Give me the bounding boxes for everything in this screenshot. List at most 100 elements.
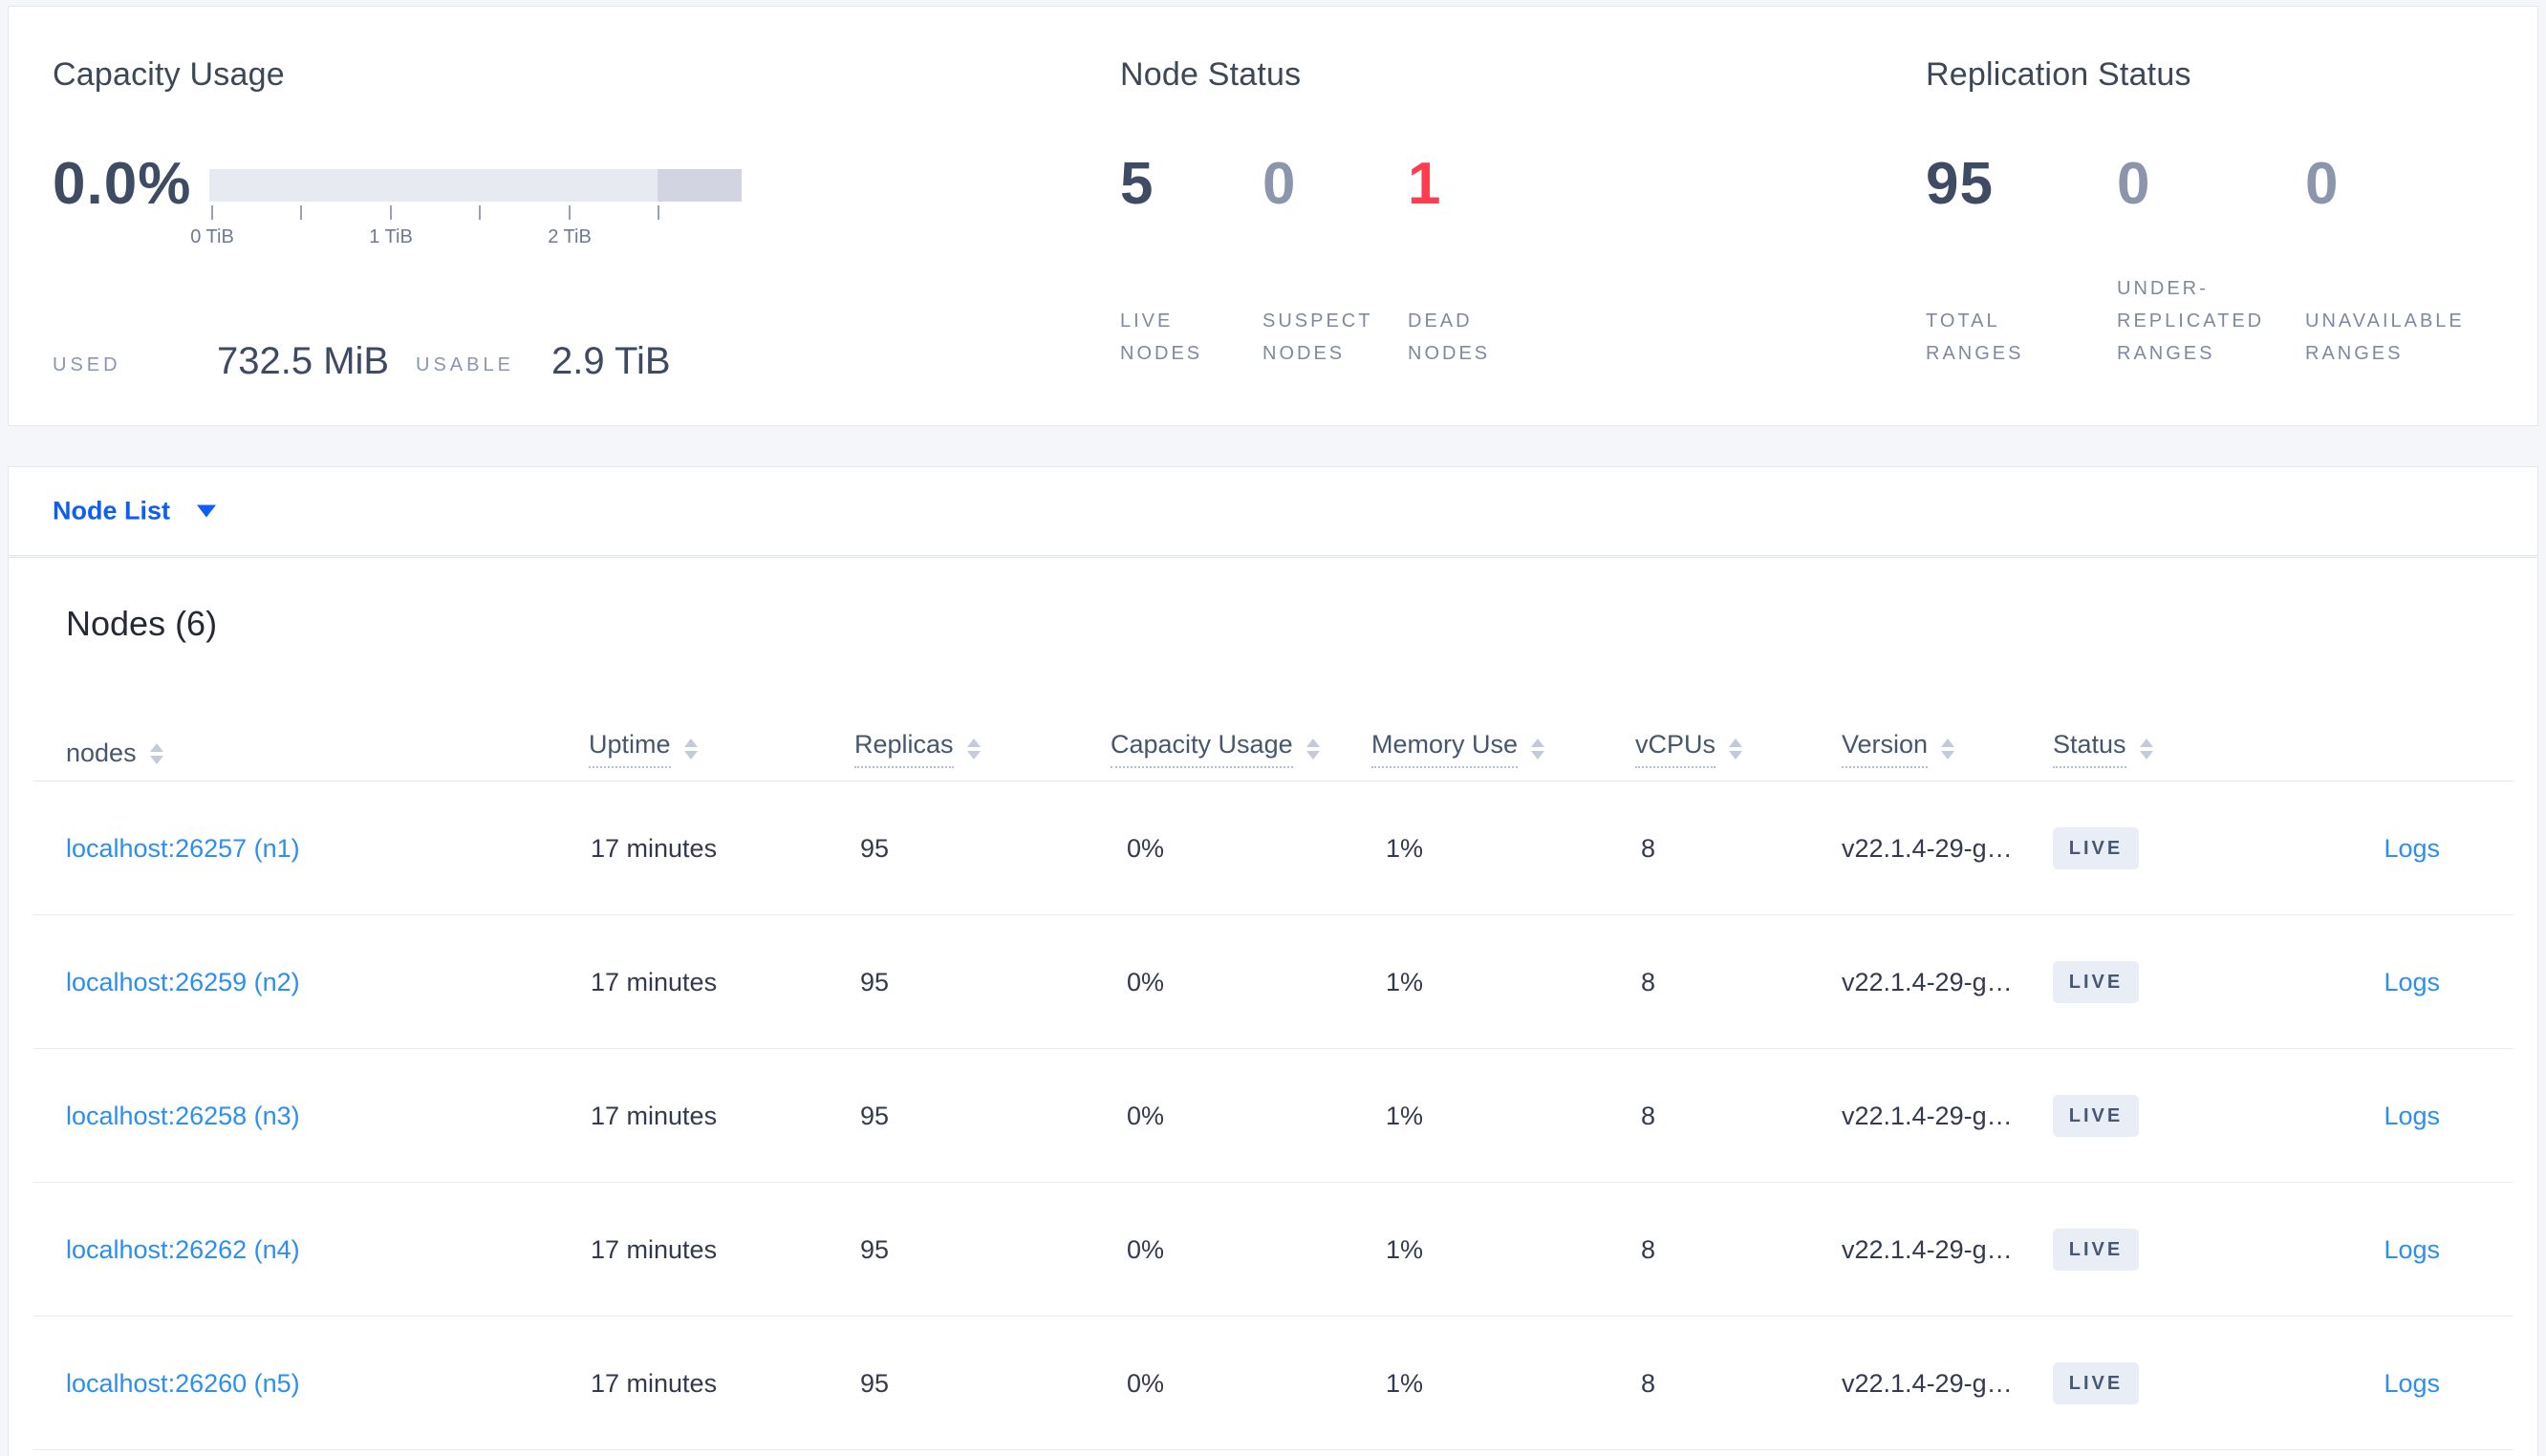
column-header-version[interactable]: Version: [1842, 730, 1955, 768]
sort-icon[interactable]: [683, 739, 698, 760]
unavailable-ranges-label: UNAVAILABLE RANGES: [2305, 310, 2465, 364]
live-nodes-label: LIVE NODES: [1120, 310, 1203, 364]
column-header-label: nodes: [66, 739, 137, 767]
logs-link[interactable]: Logs: [2384, 782, 2440, 915]
version-cell: v22.1.4-29-g…: [1842, 1368, 2013, 1398]
dead-nodes-label: DEAD NODES: [1408, 310, 1491, 364]
vcpus-cell: 8: [1641, 967, 1656, 996]
node-status-title: Node Status: [1120, 56, 1302, 93]
sort-icon[interactable]: [149, 742, 163, 764]
capacity-usage-cell: 0%: [1127, 1368, 1165, 1398]
column-header-nodes[interactable]: nodes: [66, 739, 163, 768]
capacity-usage-cell: 0%: [1127, 1101, 1165, 1130]
column-header-label: Version: [1842, 730, 1929, 768]
status-badge: LIVE: [2053, 1095, 2139, 1137]
node-list-panel: Nodes (6) nodes Uptime Replicas Capacity…: [8, 557, 2538, 1456]
status-badge: LIVE: [2053, 1362, 2139, 1404]
version-cell: v22.1.4-29-g…: [1842, 967, 2013, 996]
cluster-summary-panel: Capacity Usage 0.0% 0 TiB 1 TiB 2 TiB US…: [8, 6, 2538, 426]
usable-label: USABLE: [416, 354, 514, 375]
capacity-used-percent: 0.0%: [53, 151, 192, 217]
uptime-cell: 17 minutes: [591, 833, 718, 863]
table-header-row: nodes Uptime Replicas Capacity Usage Mem…: [9, 558, 2537, 782]
vcpus-cell: 8: [1641, 1101, 1656, 1130]
table-body: localhost:26257 (n1) 17 minutes 95 0% 1%…: [9, 782, 2537, 1450]
vcpus-cell: 8: [1641, 1368, 1656, 1398]
capacity-usage-title: Capacity Usage: [53, 56, 285, 93]
column-header-capacity-usage[interactable]: Capacity Usage: [1111, 730, 1320, 768]
logs-link[interactable]: Logs: [2384, 1049, 2440, 1183]
column-header-vcpus[interactable]: vCPUs: [1635, 730, 1743, 768]
capacity-usage-cell: 0%: [1127, 1234, 1165, 1264]
replicas-cell: 95: [860, 967, 890, 996]
total-ranges-stat: 95 TOTAL RANGES: [1926, 150, 2071, 370]
vcpus-cell: 8: [1641, 833, 1656, 863]
status-badge: LIVE: [2053, 1229, 2139, 1271]
capacity-usage-cell: 0%: [1127, 833, 1165, 863]
memory-use-cell: 1%: [1386, 1234, 1424, 1264]
view-selector-label: Node List: [53, 496, 171, 525]
capacity-bar-tail-segment: [658, 169, 742, 202]
capacity-usage-bar: 0 TiB 1 TiB 2 TiB: [190, 169, 742, 284]
version-cell: v22.1.4-29-g…: [1842, 1101, 2013, 1130]
unavailable-ranges-stat: 0 UNAVAILABLE RANGES: [2305, 150, 2508, 370]
axis-tick-label: 2 TiB: [548, 226, 592, 247]
axis-tick: [479, 205, 481, 220]
sort-icon[interactable]: [2139, 739, 2153, 760]
column-header-replicas[interactable]: Replicas: [854, 730, 981, 768]
sort-icon[interactable]: [1729, 739, 1743, 760]
memory-use-cell: 1%: [1386, 967, 1424, 996]
axis-tick: [569, 205, 571, 220]
column-header-label: Capacity Usage: [1111, 730, 1293, 768]
live-nodes-stat: 5 LIVE NODES: [1120, 150, 1235, 370]
under-replicated-ranges-stat: 0 UNDER-REPLICATED RANGES: [2117, 150, 2300, 370]
view-selector-bar: Node List: [8, 466, 2538, 556]
table-row: localhost:26259 (n2) 17 minutes 95 0% 1%…: [9, 915, 2537, 1049]
used-label: USED: [53, 354, 121, 375]
sort-icon[interactable]: [1305, 739, 1320, 760]
under-replicated-ranges-count: 0: [2117, 151, 2151, 217]
column-header-label: Memory Use: [1371, 730, 1519, 768]
capacity-usage-cell: 0%: [1127, 967, 1165, 996]
column-header-memory-use[interactable]: Memory Use: [1371, 730, 1545, 768]
dead-nodes-stat: 1 DEAD NODES: [1408, 150, 1524, 370]
sort-icon[interactable]: [1941, 739, 1955, 760]
node-address-link[interactable]: localhost:26259 (n2): [66, 915, 300, 1049]
node-address-link[interactable]: localhost:26262 (n4): [66, 1183, 300, 1317]
table-row: localhost:26258 (n3) 17 minutes 95 0% 1%…: [9, 1049, 2537, 1183]
live-nodes-count: 5: [1120, 151, 1154, 217]
version-cell: v22.1.4-29-g…: [1842, 1234, 2013, 1264]
table-row: localhost:26262 (n4) 17 minutes 95 0% 1%…: [9, 1183, 2537, 1317]
sort-icon[interactable]: [966, 739, 981, 760]
uptime-cell: 17 minutes: [591, 1368, 718, 1398]
column-header-label: Status: [2053, 730, 2126, 768]
replicas-cell: 95: [860, 1234, 890, 1264]
sort-icon[interactable]: [1531, 739, 1545, 760]
axis-tick-label: 0 TiB: [190, 226, 234, 247]
column-header-status[interactable]: Status: [2053, 730, 2153, 768]
memory-use-cell: 1%: [1386, 1101, 1424, 1130]
memory-use-cell: 1%: [1386, 1368, 1424, 1398]
axis-tick: [211, 205, 213, 220]
uptime-cell: 17 minutes: [591, 1101, 718, 1130]
vcpus-cell: 8: [1641, 1234, 1656, 1264]
dead-nodes-count: 1: [1408, 151, 1442, 217]
unavailable-ranges-count: 0: [2305, 151, 2340, 217]
logs-link[interactable]: Logs: [2384, 1317, 2440, 1450]
node-address-link[interactable]: localhost:26260 (n5): [66, 1317, 300, 1450]
replicas-cell: 95: [860, 1368, 890, 1398]
axis-tick: [390, 205, 392, 220]
table-row: localhost:26260 (n5) 17 minutes 95 0% 1%…: [9, 1317, 2537, 1450]
view-selector-dropdown[interactable]: Node List: [53, 496, 217, 526]
node-address-link[interactable]: localhost:26258 (n3): [66, 1049, 300, 1183]
axis-tick: [658, 205, 659, 220]
usable-value: 2.9 TiB: [551, 340, 671, 382]
logs-link[interactable]: Logs: [2384, 1183, 2440, 1317]
logs-link[interactable]: Logs: [2384, 915, 2440, 1049]
under-replicated-ranges-label: UNDER-REPLICATED RANGES: [2117, 278, 2265, 364]
column-header-uptime[interactable]: Uptime: [589, 730, 698, 768]
suspect-nodes-label: SUSPECT NODES: [1262, 310, 1373, 364]
status-badge: LIVE: [2053, 961, 2139, 1003]
node-address-link[interactable]: localhost:26257 (n1): [66, 782, 300, 915]
suspect-nodes-stat: 0 SUSPECT NODES: [1262, 150, 1389, 370]
